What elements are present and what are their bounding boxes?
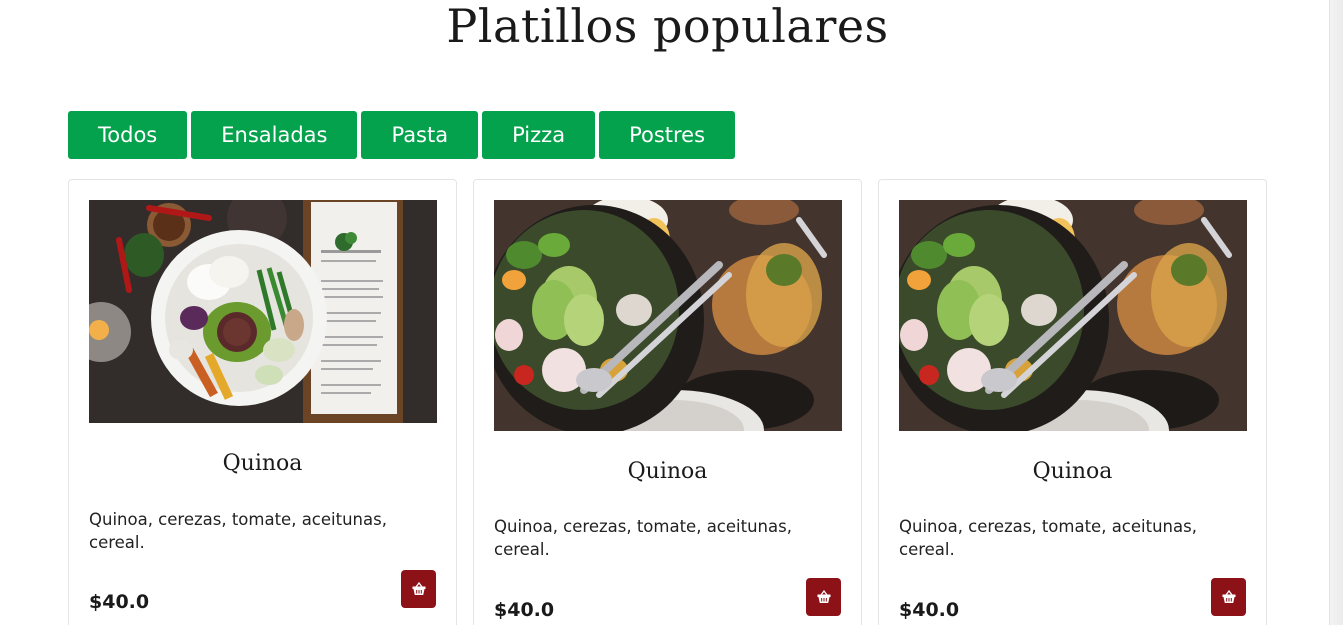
filter-todos-button[interactable]: Todos: [68, 111, 188, 159]
filter-postres-button[interactable]: Postres: [599, 111, 736, 159]
filter-ensaladas-button[interactable]: Ensaladas: [191, 111, 358, 159]
avocado-salad-photo: [494, 200, 842, 431]
add-to-cart-button[interactable]: [401, 570, 436, 608]
page-scrollbar[interactable]: [1329, 0, 1343, 625]
dish-price: $40.0: [494, 599, 555, 621]
filter-pizza-button[interactable]: Pizza: [482, 111, 596, 159]
basket-icon: [412, 582, 425, 595]
filter-pasta-button[interactable]: Pasta: [361, 111, 479, 159]
dish-cards: Quinoa Quinoa, cerezas, tomate, aceituna…: [68, 179, 1267, 625]
dish-title: Quinoa: [222, 451, 303, 476]
category-filters: Todos Ensaladas Pasta Pizza Postres: [68, 111, 736, 159]
add-to-cart-button[interactable]: [806, 578, 841, 616]
dish-title: Quinoa: [1032, 459, 1113, 484]
dish-description: Quinoa, cerezas, tomate, aceitunas, cere…: [899, 517, 1197, 559]
dish-description: Quinoa, cerezas, tomate, aceitunas, cere…: [494, 517, 792, 559]
page: Platillos populares Todos Ensaladas Past…: [0, 0, 1343, 625]
dish-card: Quinoa Quinoa, cerezas, tomate, aceituna…: [473, 179, 862, 625]
dish-card: Quinoa Quinoa, cerezas, tomate, aceituna…: [878, 179, 1267, 625]
add-to-cart-button[interactable]: [1211, 578, 1246, 616]
dish-title: Quinoa: [627, 459, 708, 484]
dish-card: Quinoa Quinoa, cerezas, tomate, aceituna…: [68, 179, 457, 625]
page-title: Platillos populares: [446, 0, 889, 53]
avocado-salad-photo: [899, 200, 1247, 431]
dish-description: Quinoa, cerezas, tomate, aceitunas, cere…: [89, 510, 387, 552]
dish-image: [89, 200, 437, 423]
basket-icon: [1222, 590, 1235, 603]
dish-price: $40.0: [899, 599, 960, 621]
basket-icon: [817, 590, 830, 603]
quinoa-bowl-photo: [89, 200, 437, 423]
dish-image: [494, 200, 842, 431]
dish-image: [899, 200, 1247, 431]
dish-price: $40.0: [89, 591, 150, 613]
